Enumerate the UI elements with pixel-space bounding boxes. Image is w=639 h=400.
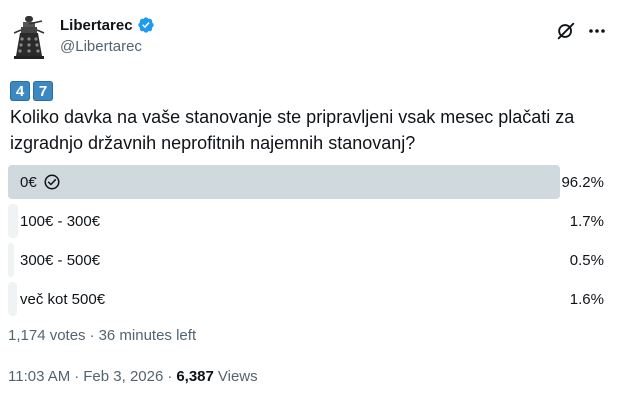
- keycap-emojis: 4 7: [10, 81, 53, 101]
- poll-option-label: več kot 500€: [20, 290, 106, 308]
- keycap-4: 4: [10, 81, 30, 101]
- poll-option-percent: 96.2%: [561, 173, 604, 191]
- poll-bar: [8, 204, 18, 238]
- poll-bar: [8, 282, 17, 316]
- poll-option-2: 300€ - 500€ 0.5%: [8, 243, 610, 277]
- poll-option-1: 100€ - 300€ 1.7%: [8, 204, 610, 238]
- time-left: 36 minutes left: [98, 327, 197, 344]
- poll: 0€ 96.2% 100€ - 300€ 1.7% 300€ - 500€ 0.…: [8, 165, 610, 321]
- poll-option-0: 0€ 96.2%: [8, 165, 610, 199]
- separator: ·: [167, 368, 173, 385]
- keycap-7: 7: [33, 81, 53, 101]
- post-date[interactable]: Feb 3, 2026: [83, 368, 163, 385]
- poll-option-label: 0€: [20, 173, 37, 191]
- question-line-1: Koliko davka na vaše stanovanje ste prip…: [10, 107, 575, 127]
- vote-count: 1,174 votes: [8, 327, 86, 344]
- views-label[interactable]: Views: [218, 368, 258, 385]
- separator: ·: [89, 327, 95, 344]
- display-name[interactable]: Libertarec: [60, 17, 133, 34]
- verified-badge-icon[interactable]: [137, 16, 155, 34]
- poll-bar: [8, 165, 560, 199]
- poll-question: Koliko davka na vaše stanovanje ste prip…: [10, 104, 610, 156]
- poll-option-percent: 1.7%: [569, 212, 604, 230]
- post-time[interactable]: 11:03 AM: [8, 368, 70, 385]
- check-circle-icon: [44, 174, 60, 190]
- tweet: Libertarec @Libertarec 4 7 Koliko davka …: [0, 0, 639, 400]
- poll-option-percent: 0.5%: [569, 251, 604, 269]
- author-block: Libertarec @Libertarec: [60, 14, 155, 55]
- poll-option-percent: 1.6%: [569, 290, 604, 308]
- question-line-2: izgradnjo državnih neprofitnih najemnih …: [10, 133, 416, 153]
- grok-icon[interactable]: [555, 20, 577, 42]
- poll-meta: 1,174 votes · 36 minutes left: [8, 327, 196, 344]
- views-count[interactable]: 6,387: [176, 368, 214, 385]
- separator: ·: [74, 368, 80, 385]
- avatar[interactable]: [10, 14, 48, 60]
- more-icon[interactable]: [586, 20, 608, 42]
- poll-option-label: 100€ - 300€: [20, 212, 101, 230]
- tweet-meta: 11:03 AM · Feb 3, 2026 · 6,387 Views: [8, 368, 258, 385]
- poll-bar: [8, 243, 14, 277]
- handle[interactable]: @Libertarec: [60, 38, 155, 55]
- poll-option-3: več kot 500€ 1.6%: [8, 282, 610, 316]
- poll-option-label: 300€ - 500€: [20, 251, 101, 269]
